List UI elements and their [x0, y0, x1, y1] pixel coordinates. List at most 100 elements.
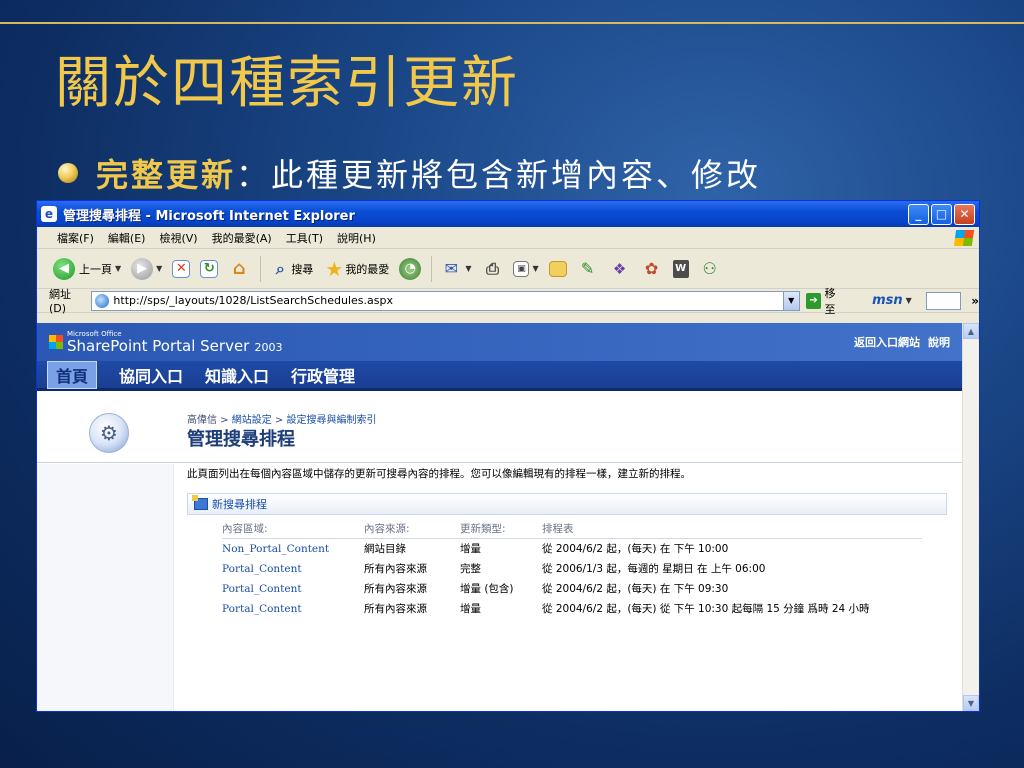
col-content-source: 內容來源:	[364, 519, 460, 539]
search-label: 搜尋	[291, 262, 314, 276]
schedule-text: 從 2004/6/2 起，(每天) 從 下午 10:30 起每隔 15 分鐘 爲…	[542, 603, 870, 615]
nav-tab-admin[interactable]: 行政管理	[291, 363, 355, 387]
settings-gear-icon: ⚙	[89, 413, 129, 453]
table-row: Portal_Content 所有內容來源 完整 從 2006/1/3 起，每週…	[222, 559, 922, 579]
table-header-row: 內容區域: 內容來源: 更新類型: 排程表	[222, 519, 922, 539]
msn-dropdown-icon[interactable]: ▼	[906, 296, 912, 305]
sps-brand: Microsoft Office SharePoint Portal Serve…	[67, 330, 282, 355]
search-button[interactable]: ⌕ 搜尋	[269, 258, 313, 280]
menu-edit[interactable]: 編輯(E)	[108, 230, 146, 246]
menu-view[interactable]: 檢視(V)	[159, 230, 197, 246]
schedule-text: 從 2004/6/2 起，(每天) 在 下午 09:30	[542, 583, 729, 595]
go-label: 移至	[824, 286, 836, 316]
forward-button[interactable]: ▶ ▼	[131, 257, 162, 280]
content-source: 所有內容來源	[364, 563, 427, 575]
mail-icon: ✉	[444, 259, 459, 278]
people-icon: ✿	[644, 259, 659, 278]
standard-toolbar: ◀ 上一頁 ▼ ▶ ▼ ✕ ↻ ⌂ ⌕ 搜尋 ★ 我的最愛 ◔ ✉ ▼ ⎙ ▣ …	[37, 249, 979, 289]
vertical-scrollbar[interactable]: ▲ ▼	[962, 323, 979, 711]
address-url[interactable]: http://sps/_layouts/1028/ListSearchSched…	[113, 294, 393, 307]
stop-icon: ✕	[172, 259, 191, 278]
new-schedule-button[interactable]: 新搜尋排程	[187, 493, 947, 515]
sps-banner: Microsoft Office SharePoint Portal Serve…	[37, 323, 962, 361]
msn-contacts-button[interactable]: ⚇	[699, 258, 721, 280]
banner-links: 返回入口網站 說明	[854, 334, 950, 350]
table-row: Portal_Content 所有內容來源 增量 (包含) 從 2004/6/2…	[222, 579, 922, 599]
home-button[interactable]: ⌂	[228, 258, 250, 280]
folder-button[interactable]	[548, 260, 567, 277]
update-type: 增量	[460, 603, 481, 615]
content-source: 網站目錄	[364, 543, 406, 556]
breadcrumb-search-indexing[interactable]: 設定搜尋與編制索引	[287, 415, 377, 426]
product-name: SharePoint Portal Server	[67, 336, 250, 355]
go-button[interactable]: ➔ 移至	[805, 285, 846, 317]
content-area-link[interactable]: Non_Portal_Content	[222, 539, 364, 559]
edit-dropdown-icon[interactable]: ▼	[532, 264, 538, 273]
table-row: Portal_Content 所有內容來源 增量 從 2004/6/2 起，(每…	[222, 599, 922, 619]
minimize-button[interactable]: _	[908, 203, 929, 225]
mail-button[interactable]: ✉ ▼	[440, 258, 472, 280]
print-button[interactable]: ⎙	[481, 258, 503, 280]
msn-search-input[interactable]	[925, 291, 962, 310]
document-icon: W	[672, 259, 689, 278]
back-button[interactable]: ◀ 上一頁 ▼	[53, 257, 121, 280]
messenger-icon: ✎	[580, 259, 595, 278]
maximize-button[interactable]: □	[931, 203, 952, 225]
window-title: 管理搜尋排程 - Microsoft Internet Explorer	[63, 208, 355, 224]
messenger-button[interactable]: ✎	[577, 258, 599, 280]
content-area-link[interactable]: Portal_Content	[222, 559, 364, 579]
page-header: ⚙ 高偉信 > 網站設定 > 設定搜尋與編制索引 管理搜尋排程	[37, 403, 962, 463]
home-icon: ⌂	[232, 258, 246, 279]
update-type: 增量 (包含)	[460, 583, 514, 595]
menu-file[interactable]: 檔案(F)	[57, 230, 94, 246]
close-button[interactable]: ✕	[954, 203, 975, 225]
favorites-button[interactable]: ★ 我的最愛	[323, 257, 389, 281]
help-link[interactable]: 說明	[928, 334, 950, 350]
mail-dropdown-icon[interactable]: ▼	[465, 264, 471, 273]
menu-help[interactable]: 說明(H)	[337, 230, 376, 246]
menu-favorites[interactable]: 我的最愛(A)	[212, 230, 272, 246]
menu-tools[interactable]: 工具(T)	[286, 230, 323, 246]
scroll-down-icon[interactable]: ▼	[963, 695, 979, 711]
people-button[interactable]: ✿	[641, 258, 663, 280]
research-button[interactable]: ❖	[609, 258, 631, 280]
table-row: Non_Portal_Content 網站目錄 增量 從 2004/6/2 起，…	[222, 539, 922, 559]
address-input[interactable]: http://sps/_layouts/1028/ListSearchSched…	[91, 290, 800, 311]
media-button[interactable]: ◔	[399, 257, 422, 280]
schedule-text: 從 2004/6/2 起，(每天) 在 下午 10:00	[542, 543, 729, 556]
address-label: 網址(D)	[49, 288, 71, 315]
back-dropdown-icon[interactable]: ▼	[115, 264, 121, 273]
content-area-link[interactable]: Portal_Content	[222, 599, 364, 619]
schedule-table: 內容區域: 內容來源: 更新類型: 排程表 Non_Portal_Content…	[222, 519, 922, 619]
bullet-text: ：此種更新將包含新增內容、修改	[236, 156, 762, 194]
window-titlebar[interactable]: e 管理搜尋排程 - Microsoft Internet Explorer _…	[37, 201, 979, 227]
forward-arrow-icon: ▶	[131, 257, 154, 280]
col-update-type: 更新類型:	[460, 519, 542, 539]
portal-nav: 首頁 協同入口 知識入口 行政管理	[37, 360, 962, 391]
content-source: 所有內容來源	[364, 583, 427, 595]
research-books-icon: ❖	[612, 259, 627, 278]
content-area-link[interactable]: Portal_Content	[222, 579, 364, 599]
slide-title: 關於四種索引更新	[55, 51, 519, 116]
address-dropdown-icon[interactable]: ▼	[782, 291, 799, 310]
toolbar-separator	[260, 255, 262, 282]
col-content-area: 內容區域:	[222, 519, 364, 539]
scroll-up-icon[interactable]: ▲	[963, 323, 979, 339]
schedule-text: 從 2006/1/3 起，每週的 星期日 在 上午 06:00	[542, 563, 766, 575]
ie-app-icon: e	[41, 206, 57, 222]
nav-tab-knowledge[interactable]: 知識入口	[205, 363, 269, 387]
office-logo-icon	[49, 335, 63, 349]
slide-bullet: 完整更新 ：此種更新將包含新增內容、修改	[58, 150, 761, 196]
forward-dropdown-icon[interactable]: ▼	[156, 264, 162, 273]
nav-tab-home[interactable]: 首頁	[47, 360, 98, 389]
nav-tab-collaboration[interactable]: 協同入口	[119, 363, 183, 387]
back-to-portal-link[interactable]: 返回入口網站	[854, 334, 920, 350]
browser-content: Microsoft Office SharePoint Portal Serve…	[37, 323, 979, 711]
toolbar-overflow-icon[interactable]: »	[971, 294, 979, 308]
msn-logo[interactable]: msn	[872, 293, 903, 308]
edit-button[interactable]: ▣ ▼	[513, 260, 539, 277]
col-schedule: 排程表	[542, 519, 922, 539]
document-button[interactable]: W	[672, 259, 689, 278]
refresh-button[interactable]: ↻	[200, 259, 219, 278]
stop-button[interactable]: ✕	[172, 259, 191, 278]
